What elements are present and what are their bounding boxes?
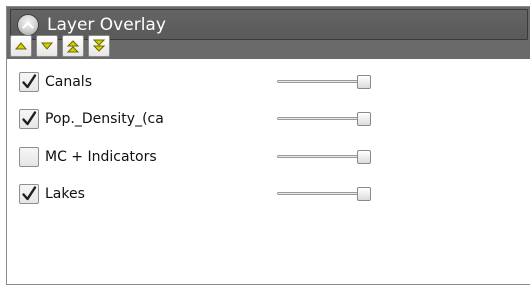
triangle-up-icon: [14, 42, 28, 50]
slider-thumb[interactable]: [357, 150, 371, 164]
move-to-bottom-button[interactable]: [88, 35, 110, 57]
layer-label: Pop._Density_(ca: [45, 111, 164, 127]
layer-visibility-checkbox[interactable]: [19, 184, 39, 204]
layer-opacity-slider[interactable]: [277, 74, 372, 90]
layer-label: MC + Indicators: [45, 149, 157, 165]
move-up-button[interactable]: [10, 35, 32, 57]
double-triangle-down-icon: [92, 39, 106, 52]
chevron-up-icon: [22, 21, 34, 29]
layer-row: Canals: [17, 67, 437, 97]
checkmark-icon: [22, 74, 37, 89]
layer-visibility-checkbox[interactable]: [19, 109, 39, 129]
slider-track: [277, 80, 365, 83]
layer-visibility-checkbox[interactable]: [19, 72, 39, 92]
slider-track: [277, 117, 365, 120]
layer-opacity-slider[interactable]: [277, 186, 372, 202]
checkmark-icon: [22, 186, 37, 201]
panel-header: Layer Overlay: [7, 7, 530, 59]
slider-thumb[interactable]: [357, 112, 371, 126]
move-down-button[interactable]: [36, 35, 58, 57]
layer-order-toolbar: [10, 35, 110, 59]
triangle-down-icon: [40, 42, 54, 50]
move-to-top-button[interactable]: [62, 35, 84, 57]
layer-visibility-checkbox[interactable]: [19, 147, 39, 167]
slider-track: [277, 155, 365, 158]
layer-opacity-slider[interactable]: [277, 149, 372, 165]
layer-row: MC + Indicators: [17, 142, 437, 172]
layer-row: Pop._Density_(ca: [17, 104, 437, 134]
slider-thumb[interactable]: [357, 75, 371, 89]
slider-thumb[interactable]: [357, 187, 371, 201]
panel-title: Layer Overlay: [47, 15, 166, 35]
layer-label: Canals: [45, 74, 92, 90]
layer-label: Lakes: [45, 186, 85, 202]
collapse-button[interactable]: [17, 14, 39, 36]
layer-row: Lakes: [17, 179, 437, 209]
double-triangle-up-icon: [66, 40, 80, 53]
layer-opacity-slider[interactable]: [277, 111, 372, 127]
slider-track: [277, 192, 365, 195]
layer-overlay-panel: Layer Overlay Canals Pop._Density_(ca MC…: [6, 6, 530, 285]
checkmark-icon: [22, 111, 37, 126]
